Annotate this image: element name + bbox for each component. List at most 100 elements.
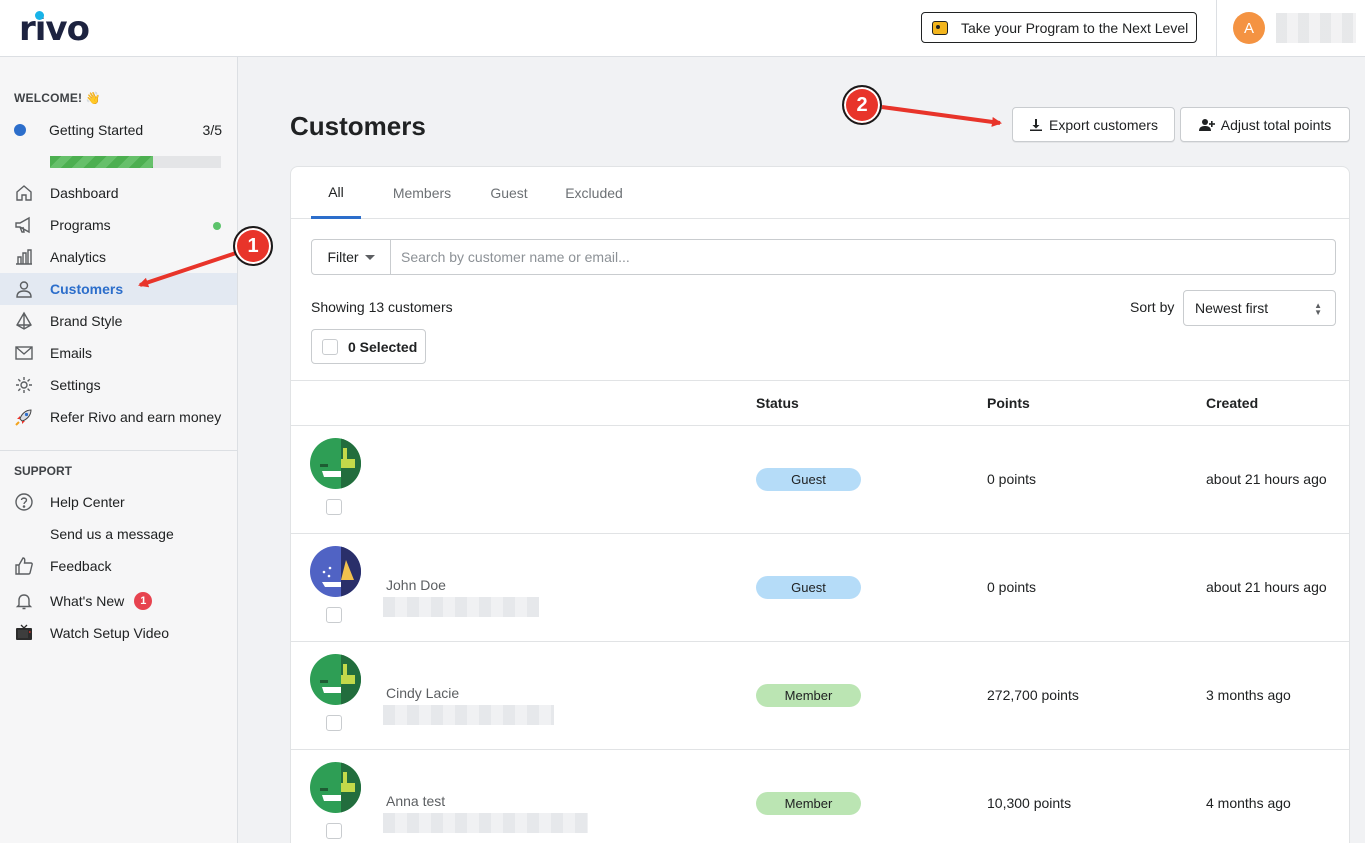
sidebar-item-label: Settings [50, 377, 101, 393]
sidebar-item-send-message[interactable]: Send us a message [0, 518, 237, 550]
selected-count: 0 Selected [348, 338, 418, 355]
sidebar-item-label: Help Center [50, 494, 125, 510]
customer-name[interactable]: John Doe [386, 577, 446, 593]
sidebar-item-help-center[interactable]: Help Center [0, 486, 237, 518]
envelope-icon [14, 343, 34, 363]
bulk-select-button[interactable]: 0 Selected [311, 329, 426, 364]
sidebar-item-label: Programs [50, 217, 111, 233]
row-checkbox[interactable] [326, 607, 342, 623]
sidebar: WELCOME! 👋 Getting Started 3/5 Dashboard… [0, 57, 238, 843]
sidebar-item-brand-style[interactable]: Brand Style [0, 305, 237, 337]
avatar[interactable] [310, 654, 361, 705]
sidebar-item-settings[interactable]: Settings [0, 369, 237, 401]
table-row[interactable]: John Doe Guest 0 points about 21 hours a… [291, 534, 1349, 642]
avatar[interactable] [310, 762, 361, 813]
customer-points: 10,300 points [987, 795, 1072, 811]
sort-select[interactable]: Newest first ▲ ▼ [1183, 290, 1336, 326]
search-bar: Filter [311, 239, 1336, 275]
sidebar-item-feedback[interactable]: Feedback [0, 550, 237, 582]
top-bar: rivo Take your Program to the Next Level… [0, 0, 1365, 57]
sort-value: Newest first [1195, 300, 1269, 316]
sidebar-item-label: Feedback [50, 558, 112, 574]
status-badge: Guest [756, 576, 861, 599]
rivo-logo[interactable]: rivo [19, 11, 99, 47]
tab-guest[interactable]: Guest [483, 167, 535, 219]
ticket-icon [932, 20, 948, 35]
customer-created: about 21 hours ago [1206, 471, 1327, 487]
select-all-checkbox[interactable] [322, 338, 338, 355]
customer-points: 0 points [987, 579, 1037, 595]
sort-label: Sort by [1130, 299, 1175, 315]
home-icon [14, 183, 34, 203]
tv-icon [14, 623, 34, 643]
row-checkbox[interactable] [326, 499, 342, 515]
annotation-marker-1: 1 [233, 226, 273, 266]
row-checkbox[interactable] [326, 715, 342, 731]
export-customers-label: Export customers [1049, 116, 1158, 133]
sidebar-item-label: What's New [50, 593, 125, 609]
row-checkbox[interactable] [326, 823, 342, 839]
redacted-email [383, 597, 539, 617]
sidebar-item-watch-video[interactable]: Watch Setup Video [0, 617, 237, 649]
sidebar-item-dashboard[interactable]: Dashboard [0, 177, 237, 209]
column-status[interactable]: Status [756, 395, 799, 411]
redacted-email [383, 813, 588, 833]
sidebar-item-label: Emails [50, 345, 93, 361]
sidebar-item-emails[interactable]: Emails [0, 337, 237, 369]
sidebar-item-customers[interactable]: Customers [0, 273, 237, 305]
thumbs-up-icon [14, 556, 34, 576]
customer-created: 3 months ago [1206, 687, 1291, 703]
adjust-total-points-button[interactable]: Adjust total points [1180, 107, 1350, 142]
sidebar-item-programs[interactable]: Programs [0, 209, 237, 241]
customer-name[interactable]: Cindy Lacie [386, 685, 459, 701]
redacted-email [383, 705, 554, 725]
customer-count: Showing 13 customers [311, 299, 453, 315]
getting-started-item[interactable]: Getting Started 3/5 [14, 121, 222, 139]
divider [1216, 0, 1217, 57]
customer-tabs: All Members Guest Excluded [291, 167, 1349, 219]
progress-fill [50, 156, 153, 168]
welcome-heading: WELCOME! 👋 [14, 91, 101, 105]
avatar[interactable] [310, 546, 361, 597]
export-customers-button[interactable]: Export customers [1012, 107, 1175, 142]
notification-dot [213, 222, 221, 230]
filter-dropdown[interactable]: Filter [312, 240, 391, 274]
status-badge: Member [756, 684, 861, 707]
upgrade-program-label: Take your Program to the Next Level [961, 19, 1189, 36]
redacted-account-name[interactable] [1276, 13, 1356, 43]
upgrade-program-button[interactable]: Take your Program to the Next Level [921, 12, 1197, 43]
tab-all[interactable]: All [311, 167, 361, 219]
customer-name[interactable]: Anna test [386, 793, 445, 809]
caret-down-icon [364, 254, 375, 260]
status-badge: Guest [756, 468, 861, 491]
customer-points: 0 points [987, 471, 1037, 487]
table-header: Status Points Created [291, 380, 1349, 426]
sidebar-item-label: Refer Rivo and earn money [50, 409, 222, 425]
tab-excluded[interactable]: Excluded [559, 167, 629, 219]
status-badge: Member [756, 792, 861, 815]
customer-points: 272,700 points [987, 687, 1079, 703]
support-heading: SUPPORT [14, 464, 73, 478]
table-row[interactable]: Anna test Member 10,300 points 4 months … [291, 750, 1349, 843]
sidebar-divider [0, 450, 237, 451]
tab-members[interactable]: Members [386, 167, 458, 219]
column-created[interactable]: Created [1206, 395, 1258, 411]
user-avatar[interactable]: A [1233, 12, 1265, 44]
search-input[interactable] [391, 240, 1335, 274]
sidebar-item-whats-new[interactable]: What's New 1 [0, 585, 237, 617]
column-points[interactable]: Points [987, 395, 1030, 411]
logo-dot [35, 11, 44, 20]
table-row[interactable]: Cindy Lacie Member 272,700 points 3 mont… [291, 642, 1349, 750]
sidebar-item-label: Analytics [50, 249, 107, 265]
megaphone-icon [14, 215, 34, 235]
sort-arrows-icon: ▲ ▼ [1314, 301, 1322, 317]
sidebar-item-label: Send us a message [50, 526, 174, 542]
avatar[interactable] [310, 438, 361, 489]
sidebar-item-refer[interactable]: Refer Rivo and earn money [0, 401, 237, 433]
sidebar-item-analytics[interactable]: Analytics [0, 241, 237, 273]
bar-chart-icon [14, 247, 34, 267]
page-title: Customers [290, 111, 426, 141]
add-user-icon [1198, 118, 1215, 131]
table-row[interactable]: Guest 0 points about 21 hours ago [291, 426, 1349, 534]
download-icon [1030, 118, 1043, 131]
